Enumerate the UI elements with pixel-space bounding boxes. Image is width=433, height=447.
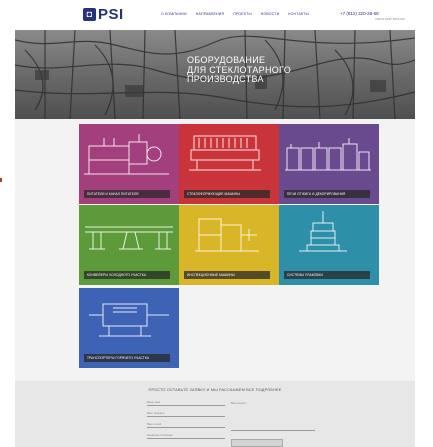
hero-title: ОБОРУДОВАНИЕ ДЛЯ СТЕКЛОТАРНОГО ПРОИЗВОДС…: [187, 55, 347, 85]
category-tile-lehrs[interactable]: ПЕЧИ ОТЖИГА И ДЕКОРИРОВАНИЯ: [279, 124, 379, 204]
company-field-placeholder: Название компании: [147, 433, 173, 437]
submit-button[interactable]: [231, 439, 283, 447]
nav-item-news[interactable]: НОВОСТИ: [261, 12, 280, 16]
category-tile-packaging[interactable]: СИСТЕМЫ УПАКОВКИ: [279, 205, 379, 285]
email-field-placeholder: Ваш e-mail: [147, 422, 162, 426]
phone-field-placeholder: Ваш телефон: [147, 411, 165, 415]
question-field-placeholder: Ваш вопрос: [231, 401, 247, 405]
tile-label: ПИТАТЕЛИ И КАНАЛ ПИТАТЕЛЯ: [84, 190, 170, 198]
phone-number[interactable]: +7 (812) 320-28-58: [340, 11, 379, 16]
page-edge-marker: [0, 178, 2, 182]
main-nav: О КОМПАНИИ НАПРАВЛЕНИЯ ПРОЕКТЫ НОВОСТИ К…: [161, 12, 309, 16]
nav-item-projects[interactable]: ПРОЕКТЫ: [233, 12, 252, 16]
logo-text: PSI: [98, 6, 124, 23]
tile-label: КОНВЕЙЕРЫ ХОЛОДНОГО УЧАСТКА: [84, 271, 170, 279]
tile-label: СТЕКЛОФОРМУЮЩИЕ МАШИНЫ: [184, 190, 270, 198]
name-field-placeholder: Ваше имя: [147, 400, 160, 404]
tile-label: СИСТЕМЫ УПАКОВКИ: [284, 271, 370, 279]
callback-link[interactable]: ОБРАТНЫЙ ЗВОНОК: [375, 17, 405, 21]
contact-form-title: ПРОСТО ОСТАВЬТЕ ЗАЯВКУ И МЫ РАССКАЖЕМ ВС…: [148, 388, 282, 392]
email-field[interactable]: Ваш e-mail: [147, 422, 225, 428]
tile-label: ПЕЧИ ОТЖИГА И ДЕКОРИРОВАНИЯ: [284, 190, 370, 198]
name-field[interactable]: Ваше имя: [147, 400, 225, 406]
hero-banner: ОБОРУДОВАНИЕ ДЛЯ СТЕКЛОТАРНОГО ПРОИЗВОДС…: [15, 30, 415, 119]
page: ◘ PSI О КОМПАНИИ НАПРАВЛЕНИЯ ПРОЕКТЫ НОВ…: [15, 0, 415, 447]
nav-item-contacts[interactable]: КОНТАКТЫ: [288, 12, 308, 16]
category-tile-feeders[interactable]: ПИТАТЕЛИ И КАНАЛ ПИТАТЕЛЯ: [79, 124, 179, 204]
phone-field[interactable]: Ваш телефон: [147, 411, 225, 417]
tile-label: ИНСПЕКЦИОННЫЕ МАШИНЫ: [184, 271, 270, 279]
category-tile-forming[interactable]: СТЕКЛОФОРМУЮЩИЕ МАШИНЫ: [179, 124, 279, 204]
logo-mark-icon: ◘: [83, 8, 96, 21]
tile-label: ТРАНСПОРТЕРЫ ГОРЯЧЕГО УЧАСТКА: [84, 354, 170, 362]
contact-form: ПРОСТО ОСТАВЬТЕ ЗАЯВКУ И МЫ РАССКАЖЕМ ВС…: [15, 381, 415, 447]
hero-title-line: ПРОИЗВОДСТВА: [187, 74, 264, 84]
category-tile-inspection[interactable]: ИНСПЕКЦИОННЫЕ МАШИНЫ: [179, 205, 279, 285]
nav-item-about[interactable]: О КОМПАНИИ: [161, 12, 187, 16]
company-field[interactable]: Название компании: [147, 433, 225, 439]
logo[interactable]: ◘ PSI: [83, 6, 124, 23]
site-header: ◘ PSI О КОМПАНИИ НАПРАВЛЕНИЯ ПРОЕКТЫ НОВ…: [15, 0, 415, 30]
nav-item-directions[interactable]: НАПРАВЛЕНИЯ: [196, 12, 224, 16]
category-tile-cold-conveyors[interactable]: КОНВЕЙЕРЫ ХОЛОДНОГО УЧАСТКА: [79, 205, 179, 285]
category-tile-hot-conveyors[interactable]: ТРАНСПОРТЕРЫ ГОРЯЧЕГО УЧАСТКА: [79, 288, 179, 368]
question-field[interactable]: Ваш вопрос: [231, 400, 315, 431]
